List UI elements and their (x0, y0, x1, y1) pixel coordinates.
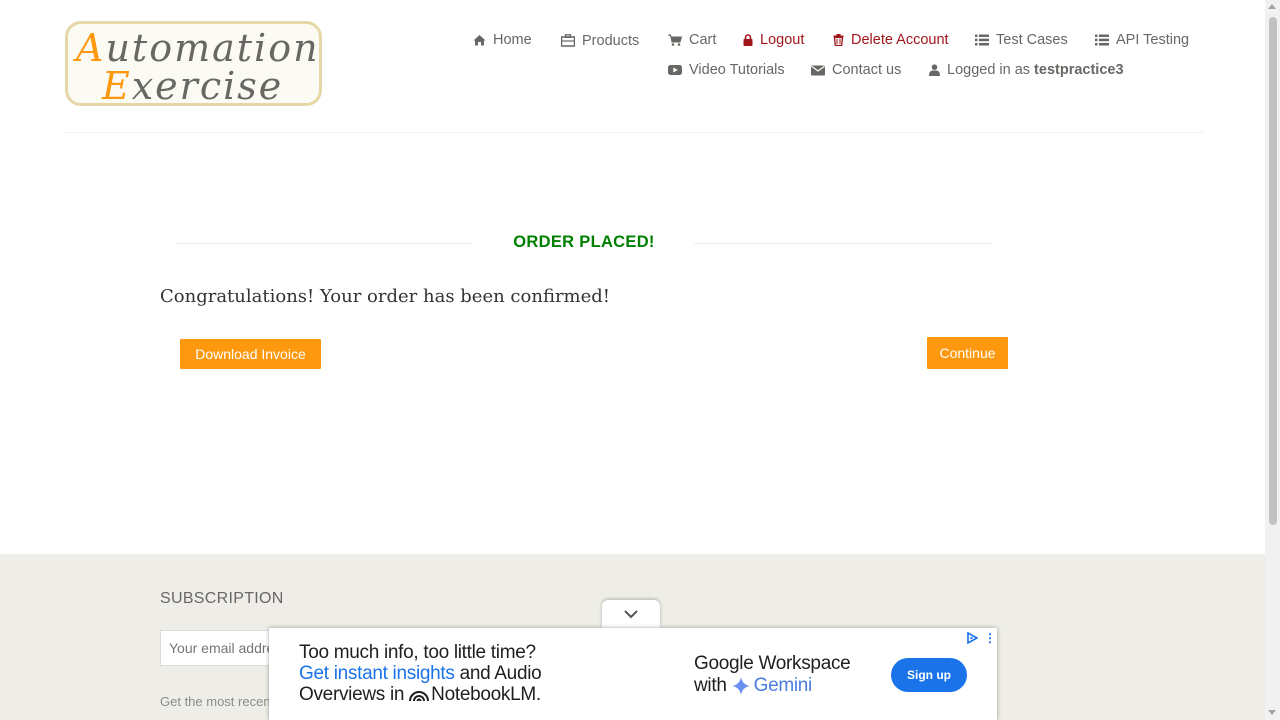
download-invoice-button[interactable]: Download Invoice (180, 339, 321, 369)
ad-brand-with: with (694, 675, 727, 696)
list-icon (975, 34, 989, 46)
ad-options-kebab-icon[interactable]: ⋮ (984, 632, 996, 644)
nav-home-label: Home (493, 32, 532, 48)
order-confirmation-message: Congratulations! Your order has been con… (160, 286, 611, 307)
header-divider (64, 132, 1204, 133)
order-title-block: ORDER PLACED! (175, 231, 993, 255)
ad-collapse-toggle[interactable] (602, 600, 660, 628)
scroll-down-arrow-icon[interactable] (1268, 710, 1276, 715)
ad-line3-text: Overviews in (299, 684, 405, 705)
nav-cart[interactable]: Cart (668, 32, 716, 48)
scroll-up-arrow-icon[interactable] (1268, 4, 1276, 9)
nav-products-label: Products (582, 33, 640, 49)
chevron-down-icon (624, 610, 638, 619)
ad-headline-line1: Too much info, too little time? (299, 642, 536, 663)
nav-api-testing[interactable]: API Testing (1095, 32, 1189, 48)
list-icon (1095, 34, 1109, 46)
ad-choices[interactable]: ⋮ (966, 632, 996, 644)
cart-icon (668, 34, 682, 46)
user-icon (929, 64, 940, 76)
ad-product-name: NotebookLM. (431, 684, 541, 705)
continue-button[interactable]: Continue (927, 337, 1008, 369)
nav-video-tutorials-label: Video Tutorials (689, 62, 785, 78)
ad-headline-line2: Get instant insights and Audio (299, 663, 542, 685)
home-icon (473, 35, 486, 46)
site-logo[interactable]: Automation Exercise (65, 21, 322, 106)
subscription-title: SUBSCRIPTION (160, 590, 284, 607)
order-placed-title: ORDER PLACED! (513, 233, 655, 251)
nav-logout[interactable]: Logout (743, 32, 804, 48)
nav-logged-in-as[interactable]: Logged in as testpractice3 (929, 62, 1124, 78)
briefcase-icon (561, 33, 575, 47)
logo-letter-e: E (102, 64, 132, 106)
youtube-play-icon (668, 65, 682, 75)
nav-logout-label: Logout (760, 32, 805, 48)
nav-logged-in-label: Logged in as (947, 62, 1031, 78)
gemini-sparkle-icon (731, 677, 750, 695)
nav-test-cases[interactable]: Test Cases (975, 32, 1068, 48)
envelope-icon (811, 65, 825, 75)
nav-test-cases-label: Test Cases (996, 32, 1068, 48)
nav-contact-us-label: Contact us (832, 62, 902, 78)
nav-delete-account[interactable]: Delete Account (833, 32, 949, 48)
nav-contact-us[interactable]: Contact us (811, 62, 901, 78)
nav-video-tutorials[interactable]: Video Tutorials (668, 62, 785, 78)
ad-choices-icon[interactable] (966, 632, 978, 644)
ad-banner[interactable]: Too much info, too little time? Get inst… (269, 628, 997, 720)
ad-brand-line1: Google Workspace (694, 653, 851, 674)
scrollbar-thumb[interactable] (1269, 17, 1277, 525)
nav-api-testing-label: API Testing (1116, 32, 1190, 48)
trash-icon (833, 34, 844, 46)
logo-text-exercise: xercise (131, 64, 284, 106)
nav-products[interactable]: Products (561, 32, 640, 49)
ad-sign-up-button[interactable]: Sign up (891, 658, 967, 692)
ad-brand-line2: with Gemini (694, 675, 812, 697)
nav-cart-label: Cart (689, 32, 717, 48)
ad-highlight-text: Get instant insights (299, 663, 455, 684)
page-scrollbar[interactable] (1265, 0, 1280, 720)
ad-gemini-text: Gemini (753, 675, 813, 696)
logged-in-username: testpractice3 (1034, 62, 1124, 78)
subscription-description: Get the most recent updates from our sit… (160, 694, 280, 709)
nav-home[interactable]: Home (473, 32, 532, 48)
notebooklm-icon (409, 691, 430, 702)
nav-delete-account-label: Delete Account (851, 32, 949, 48)
ad-line2-rest: and Audio (454, 663, 542, 684)
ad-headline-line3: Overviews in NotebookLM. (299, 684, 541, 706)
lock-icon (743, 34, 753, 46)
